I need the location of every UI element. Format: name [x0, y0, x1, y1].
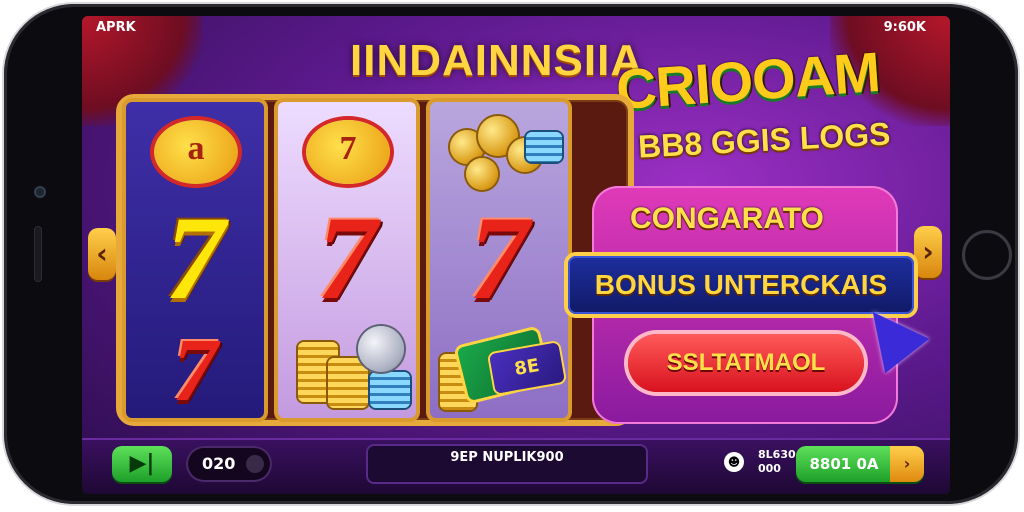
seven-badge-text: 7: [339, 130, 357, 167]
spin-label: 8801 0A: [809, 455, 879, 473]
coin-stack: [370, 372, 410, 408]
reel-3[interactable]: 7 8E: [426, 98, 572, 422]
coin-icon: [358, 326, 404, 372]
bonus-banner: BONUS UNTERCKAIS: [568, 256, 914, 314]
seven-symbol: 7: [172, 321, 218, 420]
bonus-symbol-text: a: [187, 130, 205, 167]
reel-1[interactable]: a 7 7: [122, 98, 268, 422]
reel-2[interactable]: 7 7: [274, 98, 420, 422]
play-button[interactable]: ▶|: [112, 446, 172, 482]
settings-icon[interactable]: ☻: [724, 452, 744, 472]
seven-badge-symbol: 7: [306, 120, 390, 184]
seven-symbol: 7: [469, 191, 529, 324]
speaker-grille: [34, 226, 42, 282]
left-arrow-icon[interactable]: ‹: [88, 228, 116, 280]
info-panel: 9EP NUPLIK900: [366, 444, 648, 484]
seven-symbol: 7: [165, 191, 225, 324]
coin-stack: [526, 132, 562, 162]
congrats-text: CONGARATO: [630, 202, 824, 235]
bet-value: 020: [202, 454, 236, 473]
brand-line1: CRIOOAM: [614, 39, 882, 122]
volume-icon[interactable]: [246, 455, 264, 473]
spin-button[interactable]: 8801 0A ›: [796, 446, 924, 482]
chevron-right-icon[interactable]: ›: [890, 446, 924, 482]
balance-line2: 000: [758, 462, 781, 475]
front-camera-icon: [34, 186, 46, 198]
right-arrow-icon[interactable]: ›: [914, 226, 942, 278]
bet-display[interactable]: 020: [186, 446, 272, 482]
balance-display: 8L630 000: [758, 448, 796, 476]
claim-button[interactable]: SSLTATMAOL: [628, 334, 864, 392]
seven-symbol: 7: [317, 191, 377, 324]
game-title: IINDAINNSIIA: [350, 36, 644, 85]
game-screen: APRK 9:60K IINDAINNSIIA CRIOOAM BB8 GGIS…: [82, 16, 950, 494]
balance-line1: 8L630: [758, 448, 796, 461]
coin-stack: [328, 358, 368, 408]
status-right: 9:60K: [883, 20, 926, 35]
home-button[interactable]: [962, 230, 1012, 280]
brand-line2: BB8 GGIS LOGS: [637, 115, 892, 165]
brand-logo: CRIOOAM BB8 GGIS LOGS: [614, 40, 916, 168]
info-line1: 9EP NUPLIK900: [450, 450, 564, 465]
coin-icon: [466, 158, 498, 190]
bonus-symbol: a: [154, 120, 238, 184]
status-left: APRK: [96, 20, 136, 35]
